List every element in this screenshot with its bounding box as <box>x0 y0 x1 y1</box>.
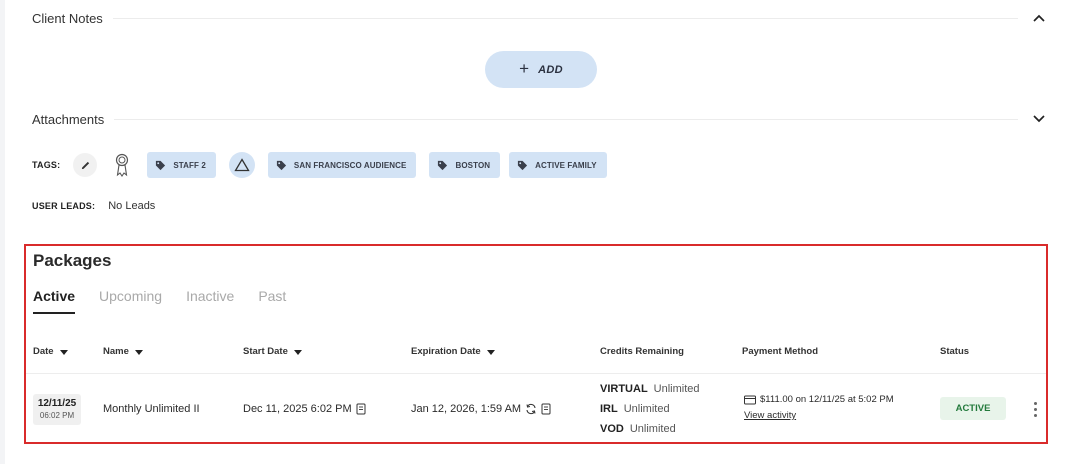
column-header-name[interactable]: Name <box>103 346 143 357</box>
column-header-label: Date <box>33 346 54 357</box>
tab-inactive[interactable]: Inactive <box>186 288 234 314</box>
credit-type: IRL <box>600 403 618 415</box>
tab-upcoming[interactable]: Upcoming <box>99 288 162 314</box>
status-badge: ACTIVE <box>940 397 1006 420</box>
user-leads-value: No Leads <box>108 200 156 212</box>
column-header-status: Status <box>940 346 969 357</box>
tab-active[interactable]: Active <box>33 288 76 314</box>
sort-down-icon <box>59 349 68 355</box>
triangle-icon[interactable] <box>228 152 255 178</box>
tag-label: SAN FRANCISCO AUDIENCE <box>293 160 407 170</box>
add-note-label: ADD <box>538 63 563 76</box>
chevron-down-icon[interactable] <box>1032 112 1046 126</box>
edit-tags-button[interactable] <box>73 153 98 177</box>
row-time: 06:02 PM <box>39 411 75 420</box>
divider <box>114 118 1018 120</box>
tag-icon <box>438 160 448 170</box>
credit-card-icon <box>744 395 756 404</box>
tag-label: BOSTON <box>455 160 491 170</box>
packages-tabs: Active Upcoming Inactive Past <box>33 288 286 314</box>
packages-section: Packages Active Upcoming Inactive Past D… <box>24 244 1048 444</box>
credit-line: VOD Unlimited <box>600 423 676 435</box>
column-header-label: Status <box>940 346 970 357</box>
column-header-date[interactable]: Date <box>33 346 68 357</box>
divider <box>112 17 1018 19</box>
pencil-icon <box>81 161 90 169</box>
refresh-icon[interactable] <box>525 403 537 415</box>
note-icon[interactable] <box>541 403 552 415</box>
package-name-text: Monthly Unlimited II <box>103 403 200 415</box>
column-header-label: Start Date <box>243 346 288 357</box>
view-activity-link[interactable]: View activity <box>744 410 796 421</box>
attachments-title: Attachments <box>32 111 105 127</box>
credit-type: VIRTUAL <box>600 383 648 395</box>
tags-label: TAGS: <box>32 160 61 170</box>
credit-type: VOD <box>600 423 624 435</box>
attachments-header[interactable]: Attachments <box>32 109 1046 129</box>
expiration-date-text: Jan 12, 2026, 1:59 AM <box>411 403 522 415</box>
payment-cell: $111.00 on 12/11/25 at 5:02 PM View acti… <box>744 394 894 423</box>
tag-chip[interactable]: BOSTON <box>429 152 501 178</box>
credit-value: Unlimited <box>629 423 676 435</box>
sort-down-icon <box>134 349 143 355</box>
start-date-cell: Dec 11, 2025 6:02 PM <box>243 403 367 415</box>
table-header-divider <box>26 373 1046 374</box>
column-header-payment: Payment Method <box>742 346 818 357</box>
tag-icon <box>276 160 286 170</box>
tag-label: ACTIVE FAMILY <box>535 160 597 170</box>
start-date-text: Dec 11, 2025 6:02 PM <box>243 403 352 415</box>
expiration-date-cell: Jan 12, 2026, 1:59 AM <box>411 403 552 415</box>
credit-value: Unlimited <box>653 383 700 395</box>
column-header-label: Payment Method <box>742 346 819 357</box>
column-header-label: Name <box>103 346 129 357</box>
user-leads-label: USER LEADS: <box>32 201 96 211</box>
row-date: 12/11/25 <box>37 398 77 409</box>
award-ribbon-icon[interactable] <box>110 153 134 177</box>
tag-icon <box>156 160 166 170</box>
column-header-label: Credits Remaining <box>600 346 684 357</box>
tag-label: STAFF 2 <box>173 160 206 170</box>
package-name: Monthly Unlimited II <box>103 403 200 415</box>
tab-past[interactable]: Past <box>258 288 286 314</box>
column-header-label: Expiration Date <box>411 346 481 357</box>
credit-line: VIRTUAL Unlimited <box>600 383 700 395</box>
column-header-credits: Credits Remaining <box>600 346 684 357</box>
tag-chip[interactable]: STAFF 2 <box>147 152 216 178</box>
left-edge-bar <box>0 0 5 464</box>
payment-text: $111.00 on 12/11/25 at 5:02 PM <box>760 394 894 405</box>
packages-title: Packages <box>33 251 112 270</box>
column-header-start-date[interactable]: Start Date <box>243 346 302 357</box>
payment-line: $111.00 on 12/11/25 at 5:02 PM <box>744 394 894 405</box>
plus-icon: + <box>519 59 530 78</box>
date-badge: 12/11/25 06:02 PM <box>33 394 81 425</box>
tag-chip[interactable]: ACTIVE FAMILY <box>509 152 607 178</box>
credit-line: IRL Unlimited <box>600 403 670 415</box>
sort-down-icon <box>486 349 495 355</box>
more-options-icon[interactable] <box>1029 398 1041 420</box>
sort-down-icon <box>293 349 302 355</box>
credit-value: Unlimited <box>623 403 670 415</box>
chevron-up-icon[interactable] <box>1032 11 1046 25</box>
note-icon[interactable] <box>356 403 367 415</box>
client-notes-header[interactable]: Client Notes <box>32 8 1046 28</box>
tag-chip[interactable]: SAN FRANCISCO AUDIENCE <box>267 152 417 178</box>
column-header-expiration-date[interactable]: Expiration Date <box>411 346 495 357</box>
tags-row: TAGS: STAFF 2 SAN FRANCISCO AUDIENCE BOS… <box>32 152 607 178</box>
tag-icon <box>518 160 528 170</box>
client-notes-title: Client Notes <box>32 10 103 26</box>
add-note-button[interactable]: + ADD <box>485 51 597 88</box>
user-leads-row: USER LEADS: No Leads <box>32 200 155 212</box>
